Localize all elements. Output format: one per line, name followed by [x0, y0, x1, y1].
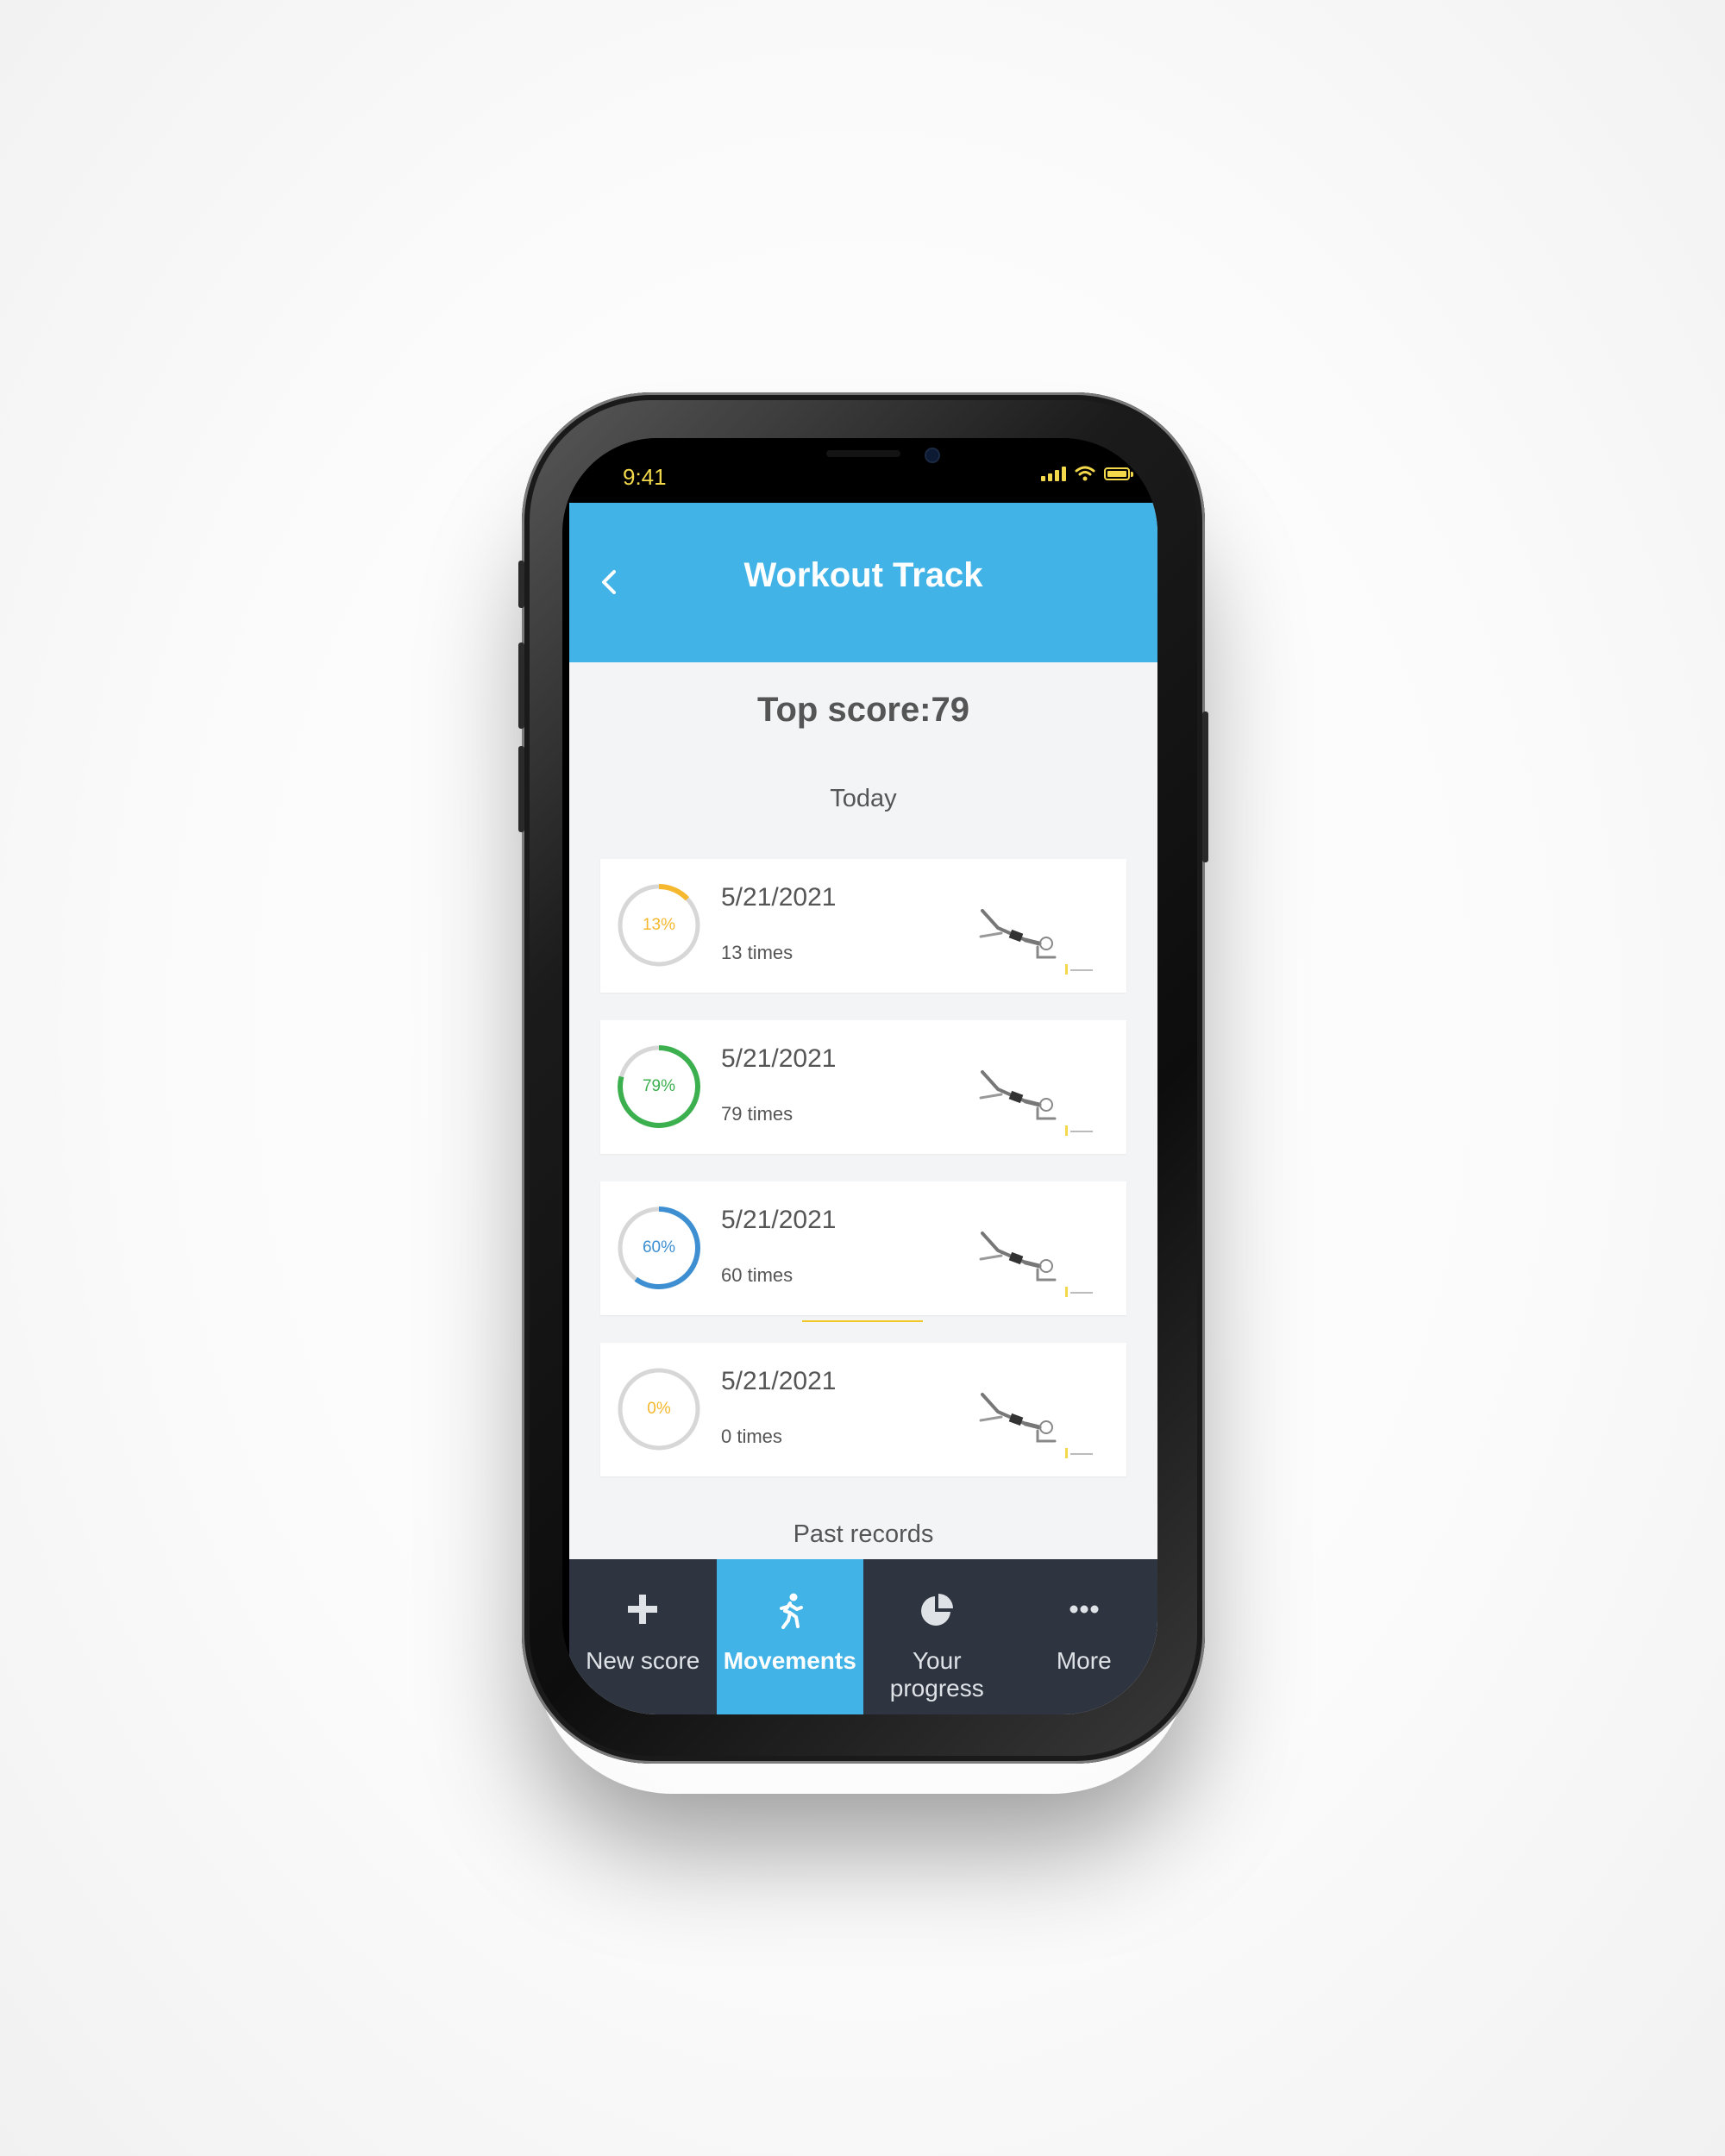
record-count: 60 times	[721, 1264, 794, 1286]
top-score: Top score:79	[757, 691, 969, 729]
record-card[interactable]: 0% 5/21/2021 0 times	[600, 1343, 1126, 1476]
app-header: Workout Track	[569, 503, 1157, 662]
section-title-today: Today	[830, 785, 897, 812]
app-view: Workout Track Top score:79 Today 13% 5/21…	[569, 503, 1157, 1714]
signal-icon	[1041, 466, 1066, 481]
battery-icon	[1104, 467, 1133, 480]
plank-exercise-icon	[979, 1393, 1093, 1458]
record-date: 5/21/2021	[721, 1206, 837, 1234]
running-person-icon	[779, 1593, 803, 1629]
tab-more[interactable]: More	[1011, 1559, 1158, 1714]
page-title: Workout Track	[743, 556, 983, 594]
plank-exercise-icon	[979, 1232, 1093, 1297]
progress-percent: 79%	[642, 1077, 676, 1095]
plus-icon	[628, 1595, 658, 1624]
record-count: 13 times	[721, 942, 794, 963]
tab-new-score[interactable]: New score	[569, 1559, 717, 1714]
tab-label: Your progress	[889, 1647, 984, 1702]
progress-percent: 60%	[642, 1238, 676, 1257]
progress-percent: 13%	[642, 916, 676, 934]
mute-switch	[518, 561, 524, 608]
pie-chart-icon	[921, 1594, 954, 1626]
list-divider	[802, 1320, 923, 1322]
plank-exercise-icon	[979, 909, 1093, 975]
status-time: 9:41	[623, 464, 667, 490]
volume-down-button	[518, 746, 524, 832]
power-button	[1202, 711, 1208, 862]
status-icons	[1041, 466, 1133, 481]
speaker-grille	[826, 450, 900, 457]
progress-percent: 0%	[647, 1400, 671, 1418]
record-card[interactable]: 13% 5/21/2021 13 times	[600, 859, 1126, 993]
front-camera	[925, 448, 940, 463]
bottom-tab-bar: New score Movements Your progress More	[569, 1559, 1157, 1714]
record-card[interactable]: 79% 5/21/2021 79 times	[600, 1020, 1126, 1154]
tab-label: New score	[586, 1647, 700, 1674]
tab-label: More	[1056, 1647, 1112, 1674]
record-date: 5/21/2021	[721, 883, 837, 912]
plank-exercise-icon	[979, 1070, 1093, 1136]
tab-label: Movements	[723, 1647, 856, 1674]
wifi-icon	[1075, 466, 1095, 481]
record-count: 0 times	[721, 1426, 782, 1447]
tab-your-progress[interactable]: Your progress	[863, 1559, 1011, 1714]
record-card[interactable]: 60% 5/21/2021 60 times	[600, 1181, 1126, 1315]
phone-screen: 9:41 Workout Track Top score:79 Today 13…	[562, 438, 1157, 1714]
record-count: 79 times	[721, 1103, 794, 1125]
record-date: 5/21/2021	[721, 1044, 837, 1073]
more-dots-icon	[1070, 1605, 1099, 1614]
notch	[699, 438, 1023, 486]
record-date: 5/21/2021	[721, 1367, 837, 1395]
section-title-past-records[interactable]: Past records	[569, 1520, 1157, 1549]
status-bar: 9:41	[562, 438, 1157, 503]
volume-up-button	[518, 642, 524, 729]
tab-movements[interactable]: Movements	[716, 1559, 863, 1714]
